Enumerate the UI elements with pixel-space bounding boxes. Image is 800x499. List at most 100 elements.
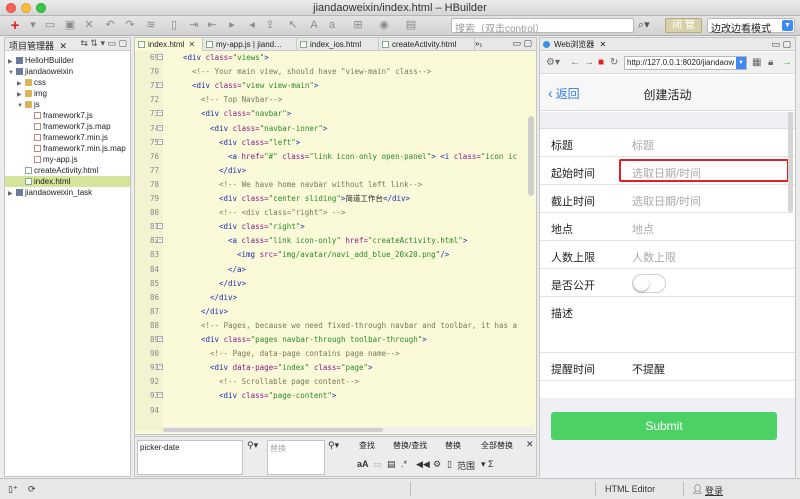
tree-folder[interactable]: ▶ img [5, 88, 130, 99]
form-input[interactable]: 人数上限 [632, 249, 676, 265]
find-button[interactable]: 查找 [359, 440, 375, 451]
scope-icon[interactable]: ▯ [447, 459, 452, 470]
code-editor[interactable]: index.html ✕ my-app.js | jiand… index_ios.h… [134, 37, 537, 435]
reminder-select[interactable]: 不提醒 [632, 361, 665, 377]
close-file-icon[interactable]: ✕ [83, 19, 95, 32]
qr-code-icon[interactable]: ▦ [752, 57, 761, 68]
refresh-icon[interactable]: ↻ [610, 57, 618, 68]
backward-icon[interactable]: ◀◀ [416, 459, 430, 470]
run-icon[interactable]: ▸ [226, 19, 238, 32]
tree-file[interactable]: index.html [5, 176, 130, 187]
tree-file[interactable]: my-app.js [5, 154, 130, 165]
more-tabs-button[interactable]: »₁ [475, 39, 482, 48]
panel-controls[interactable]: ⇆ ⇅ ▾ ▭ ▢ [80, 38, 127, 49]
redo-icon[interactable]: ↷ [124, 19, 136, 32]
fold-toggle-icon[interactable]: − [157, 110, 163, 117]
bookmark-icon[interactable]: ▯ [168, 19, 180, 32]
regex-icon[interactable]: ▤ [387, 459, 396, 470]
form-input[interactable]: 地点 [632, 221, 654, 237]
replace-find-button[interactable]: 替换/查找 [393, 440, 427, 451]
submit-button[interactable]: Submit [551, 412, 777, 440]
close-preview-button[interactable]: 闭 管 [665, 18, 702, 33]
back-icon[interactable]: ◂ [246, 19, 258, 32]
form-input[interactable]: 标题 [632, 137, 654, 153]
code-line[interactable]: 94 [135, 404, 536, 418]
public-toggle[interactable] [632, 274, 666, 293]
code-line[interactable]: 86 </div> [135, 291, 536, 305]
code-line[interactable]: 93− <div class="page-content"> [135, 389, 536, 403]
code-line[interactable]: 91− <div data-page="index" class="page"> [135, 361, 536, 375]
replace-options-icon[interactable]: ⚲▾ [328, 440, 339, 451]
form-row[interactable]: 截止时间 选取日期/时间 [540, 185, 795, 213]
fold-toggle-icon[interactable]: − [157, 392, 163, 399]
form-row[interactable]: 人数上限 人数上限 [540, 241, 795, 269]
code-line[interactable]: 78 <!-- We have home navbar without left … [135, 178, 536, 192]
code-line[interactable]: 72 <!-- Top Navbar--> [135, 93, 536, 107]
close-icon[interactable]: ✕ [600, 40, 607, 49]
dropdown-icon[interactable]: ▾ [27, 19, 39, 32]
code-line[interactable]: 77 </div> [135, 164, 536, 178]
preview-panel-icon[interactable]: ▤ [405, 19, 417, 32]
code-line[interactable]: 89− <div class="pages navbar-through tool… [135, 333, 536, 347]
fold-toggle-icon[interactable]: − [157, 82, 163, 89]
close-icon[interactable]: ✕ [60, 41, 68, 51]
browser-run-icon[interactable]: ◉ [378, 19, 390, 32]
form-row[interactable]: 标题 标题 [540, 129, 795, 157]
editor-tab[interactable]: createActivity.html [379, 38, 475, 51]
code-line[interactable]: 69− <div class="views"> [135, 51, 536, 65]
form-input[interactable]: 选取日期/时间 [632, 193, 701, 209]
fold-toggle-icon[interactable]: − [157, 54, 163, 60]
find-input[interactable]: picker-date [137, 440, 243, 475]
tree-project[interactable]: ▶ HelloHBuilder [5, 55, 130, 66]
indent-icon[interactable]: ⇥ [188, 19, 200, 32]
lock-icon[interactable]: 🔒︎ [768, 57, 773, 68]
forward-arrow-icon[interactable]: → [584, 57, 594, 68]
form-row[interactable]: 起始时间 选取日期/时间 [540, 157, 795, 185]
code-line[interactable]: 90 <!-- Page, data-page contains page nam… [135, 347, 536, 361]
fold-toggle-icon[interactable]: − [157, 223, 163, 230]
search-icon[interactable]: ⌕▾ [638, 18, 650, 32]
format-icon[interactable]: ≋ [145, 19, 157, 32]
replace-input[interactable]: 替换 [267, 440, 325, 475]
editor-vertical-scrollbar[interactable] [528, 116, 534, 196]
match-case-toggle[interactable]: aA [357, 459, 369, 469]
wildcard-icon[interactable]: .* [401, 459, 407, 469]
save-icon[interactable]: ▭ [44, 19, 56, 32]
code-line[interactable]: 82− <a class="link icon-only" href="creat… [135, 234, 536, 248]
replace-all-button[interactable]: 全部替换 [481, 440, 513, 451]
scope-select[interactable]: 范围 [457, 459, 475, 472]
tree-file[interactable]: framework7.min.js [5, 132, 130, 143]
settings-icon[interactable]: ⚙▾ [546, 57, 560, 68]
fold-toggle-icon[interactable]: − [157, 138, 163, 145]
go-arrow-icon[interactable]: → [782, 57, 792, 68]
editor-horizontal-scrollbar[interactable] [163, 427, 533, 433]
browser-window-controls[interactable]: ▭ ▢ [771, 38, 791, 51]
tree-file[interactable]: framework7.min.js.map [5, 143, 130, 154]
tree-project[interactable]: ▼ jiandaoweixin [5, 66, 130, 77]
tree-file[interactable]: framework7.js.map [5, 121, 130, 132]
editor-tab[interactable]: index_ios.html [297, 38, 379, 51]
search-input[interactable]: 搜索（双击control） [451, 18, 634, 35]
login-link[interactable]: 登录 [705, 484, 723, 497]
undo-icon[interactable]: ↶ [104, 19, 116, 32]
form-row[interactable]: 提醒时间 不提醒 [540, 353, 795, 381]
code-line[interactable]: 92 <!-- Scrollable page content--> [135, 375, 536, 389]
code-line[interactable]: 84 </a> [135, 263, 536, 277]
new-project-icon[interactable]: ⊞ [352, 19, 364, 32]
code-line[interactable]: 85 </div> [135, 277, 536, 291]
code-line[interactable]: 81− <div class="right"> [135, 220, 536, 234]
code-line[interactable]: 70 <!-- Your main view, should have "view… [135, 65, 536, 79]
tree-folder[interactable]: ▶ css [5, 77, 130, 88]
close-tab-icon[interactable]: ✕ [188, 40, 195, 49]
save-all-icon[interactable]: ▣ [64, 19, 76, 32]
code-line[interactable]: 88 <!-- Pages, because we need fixed-thro… [135, 319, 536, 333]
fold-toggle-icon[interactable]: − [157, 336, 163, 342]
close-icon[interactable]: ✕ [526, 439, 534, 450]
code-line[interactable]: 87 </div> [135, 305, 536, 319]
browser-vertical-scrollbar[interactable] [788, 112, 793, 212]
font-size-icon[interactable]: A [308, 19, 320, 32]
code-line[interactable]: 75− <div class="left"> [135, 136, 536, 150]
export-icon[interactable]: ⇪ [264, 19, 276, 32]
whole-word-icon[interactable]: ▭ [373, 459, 382, 470]
fold-toggle-icon[interactable]: − [157, 364, 163, 371]
